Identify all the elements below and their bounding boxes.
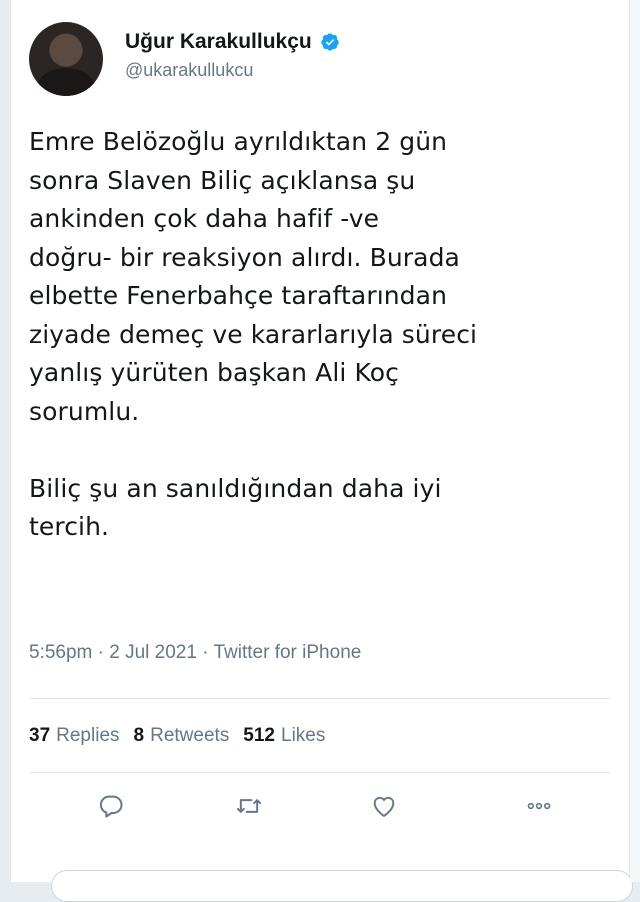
retweets-stat[interactable]: 8 Retweets: [134, 725, 230, 747]
reply-compose-bar[interactable]: [51, 870, 633, 902]
reply-button[interactable]: [95, 790, 127, 822]
retweet-icon: [236, 799, 262, 813]
replies-count: 37: [29, 725, 51, 746]
like-button[interactable]: [368, 790, 400, 822]
reply-icon: [99, 795, 123, 818]
tweet-actions: [11, 790, 629, 826]
author-names: Uğur Karakullukçu @ukarakullukcu: [125, 30, 340, 81]
tweet-timestamp[interactable]: 5:56pm · 2 Jul 2021 · Twitter for iPhone: [29, 642, 361, 664]
tweet-stats: 37 Replies 8 Retweets 512 Likes: [29, 725, 339, 747]
replies-stat[interactable]: 37 Replies: [29, 725, 120, 747]
avatar[interactable]: [29, 22, 103, 96]
retweets-count: 8: [133, 725, 145, 746]
tweet-header: Uğur Karakullukçu @ukarakullukcu: [29, 22, 619, 102]
tweet-card: Uğur Karakullukçu @ukarakullukcu Emre Be…: [10, 0, 633, 902]
divider: [29, 698, 611, 699]
display-name-row[interactable]: Uğur Karakullukçu: [125, 30, 340, 54]
verified-badge-icon: [320, 32, 340, 52]
retweet-button[interactable]: [233, 790, 265, 822]
page-edge: [630, 0, 640, 882]
likes-count: 512: [243, 725, 275, 746]
tweet-text: Emre Belözoğlu ayrıldıktan 2 gün sonra S…: [29, 127, 478, 541]
divider: [29, 772, 611, 773]
likes-stat[interactable]: 512 Likes: [243, 725, 325, 747]
handle[interactable]: @ukarakullukcu: [125, 60, 340, 81]
likes-label: Likes: [281, 725, 326, 746]
more-button[interactable]: [523, 790, 555, 822]
heart-icon: [373, 796, 395, 817]
retweets-label: Retweets: [150, 725, 230, 746]
more-icon: [527, 802, 551, 810]
display-name[interactable]: Uğur Karakullukçu: [125, 30, 312, 54]
avatar-figure: [37, 68, 95, 96]
replies-label: Replies: [56, 725, 120, 746]
